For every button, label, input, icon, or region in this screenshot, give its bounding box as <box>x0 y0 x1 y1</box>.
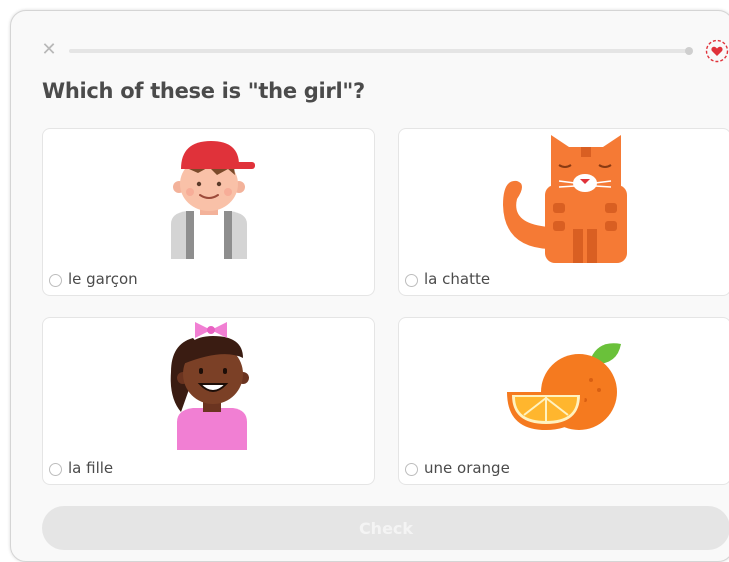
check-button[interactable]: Check <box>42 506 729 550</box>
radio-icon[interactable] <box>405 463 418 476</box>
option-label: la fille <box>68 459 114 477</box>
option-card-la-fille[interactable]: la fille <box>42 317 375 485</box>
option-card-une-orange[interactable]: une orange <box>398 317 729 485</box>
girl-icon <box>170 322 249 450</box>
orange-icon <box>507 343 621 430</box>
progress-bar <box>69 49 689 53</box>
progress-end-dot <box>685 47 693 55</box>
lesson-window: ✕ Which of these is "the girl"? le garço… <box>10 10 729 562</box>
radio-icon[interactable] <box>49 274 62 287</box>
boy-icon <box>171 141 255 259</box>
heart-icon[interactable] <box>705 39 729 63</box>
option-label: le garçon <box>68 270 138 288</box>
question-title: Which of these is "the girl"? <box>42 79 365 103</box>
option-label: la chatte <box>424 270 491 288</box>
option-card-la-chatte[interactable]: la chatte <box>398 128 729 296</box>
radio-icon[interactable] <box>405 274 418 287</box>
option-label: une orange <box>424 459 510 477</box>
option-card-le-garcon[interactable]: le garçon <box>42 128 375 296</box>
cat-icon <box>503 135 627 263</box>
close-icon[interactable]: ✕ <box>41 41 57 59</box>
radio-icon[interactable] <box>49 463 62 476</box>
